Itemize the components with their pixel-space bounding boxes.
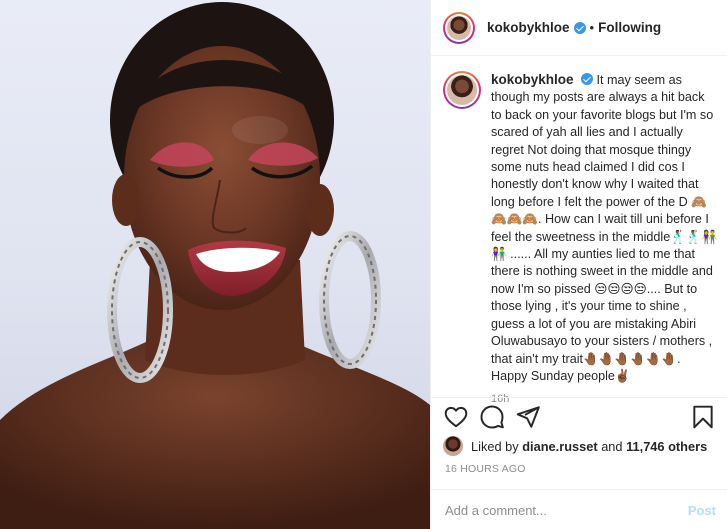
instagram-post: kokobykhloe • Following kokobykhloe It m… bbox=[0, 0, 727, 529]
liker-username[interactable]: diane.russet bbox=[522, 439, 597, 454]
caption-text: It may seem as though my posts are alway… bbox=[491, 73, 718, 383]
comment-input[interactable]: Add a comment... bbox=[445, 503, 688, 518]
likes-count[interactable]: 11,746 others bbox=[626, 439, 707, 454]
heart-icon[interactable] bbox=[443, 404, 469, 430]
author-username[interactable]: kokobykhloe bbox=[487, 20, 570, 35]
post-actions: Liked by diane.russet and 11,746 others … bbox=[431, 397, 727, 529]
comment-icon[interactable] bbox=[479, 404, 505, 430]
verified-badge-icon bbox=[581, 73, 594, 85]
action-icons bbox=[443, 404, 716, 434]
post-photo[interactable] bbox=[0, 0, 430, 529]
bookmark-icon[interactable] bbox=[690, 404, 716, 430]
caption-section: kokobykhloe It may seem as though my pos… bbox=[431, 57, 727, 405]
post-header: kokobykhloe • Following bbox=[431, 0, 727, 56]
header-separator: • bbox=[589, 20, 595, 35]
liker-avatar[interactable] bbox=[443, 436, 463, 456]
caption-username[interactable]: kokobykhloe bbox=[491, 72, 574, 87]
verified-badge-icon bbox=[573, 21, 586, 34]
post-timestamp[interactable]: 16 HOURS AGO bbox=[445, 463, 526, 475]
following-button[interactable]: Following bbox=[598, 20, 661, 35]
post-side-panel: kokobykhloe • Following kokobykhloe It m… bbox=[430, 0, 727, 529]
portrait-image bbox=[0, 2, 430, 529]
likes-prefix: Liked by bbox=[471, 438, 519, 454]
caption-row: kokobykhloe It may seem as though my pos… bbox=[443, 71, 718, 385]
caption-text-block: kokobykhloe It may seem as though my pos… bbox=[491, 71, 718, 385]
author-avatar[interactable] bbox=[443, 11, 475, 44]
caption-avatar[interactable] bbox=[443, 71, 481, 109]
post-comment-button[interactable]: Post bbox=[688, 503, 716, 518]
share-icon[interactable] bbox=[515, 404, 541, 430]
likes-and: and bbox=[601, 438, 623, 454]
add-comment-bar: Add a comment... Post bbox=[431, 489, 727, 529]
likes-summary: Liked by diane.russet and 11,746 others bbox=[443, 436, 707, 456]
